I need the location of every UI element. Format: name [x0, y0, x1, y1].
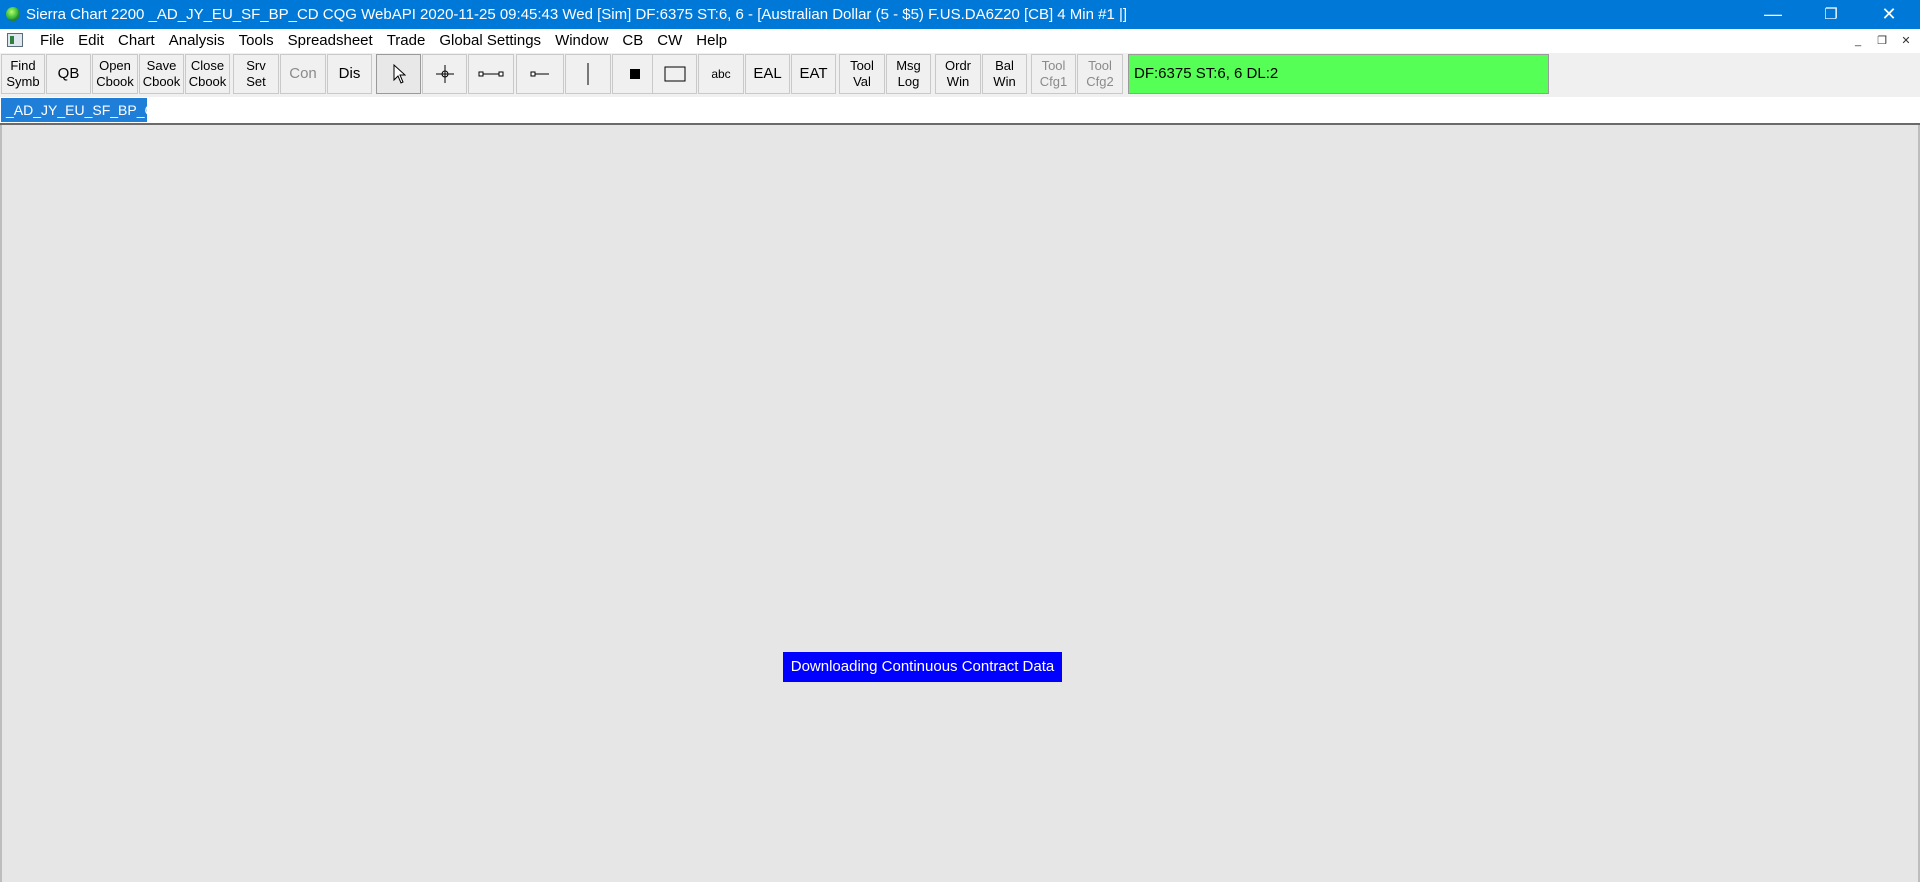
menu-analysis[interactable]: Analysis — [162, 29, 232, 53]
toolbar: Find Symb QB Open Cbook Save Cbook Close… — [0, 53, 1920, 97]
close-button[interactable]: ✕ — [1860, 0, 1918, 29]
window-title: Sierra Chart 2200 _AD_JY_EU_SF_BP_CD CQG… — [26, 6, 1128, 23]
menu-trade[interactable]: Trade — [380, 29, 433, 53]
connection-status-box: DF:6375 ST:6, 6 DL:2 — [1128, 54, 1549, 94]
message-log-button[interactable]: Msg Log — [886, 54, 931, 94]
pointer-tool-button[interactable] — [376, 54, 421, 94]
eal-button[interactable]: EAL — [745, 54, 790, 94]
download-status-message: Downloading Continuous Contract Data — [783, 652, 1062, 682]
menu-window[interactable]: Window — [548, 29, 615, 53]
menu-tools[interactable]: Tools — [232, 29, 281, 53]
eat-button[interactable]: EAT — [791, 54, 836, 94]
pointer-arrow-icon — [393, 64, 406, 84]
save-chartbook-button[interactable]: Save Cbook — [139, 54, 184, 94]
find-symbol-button[interactable]: Find Symb — [1, 54, 45, 94]
menu-edit[interactable]: Edit — [71, 29, 111, 53]
square-marker-icon — [630, 69, 640, 79]
rectangle-tool-button[interactable] — [652, 54, 697, 94]
server-settings-button[interactable]: Srv Set — [233, 54, 279, 94]
menu-help[interactable]: Help — [689, 29, 734, 53]
mdi-restore-button[interactable]: ❐ — [1872, 33, 1892, 49]
connect-button[interactable]: Con — [280, 54, 326, 94]
mdi-close-button[interactable]: ✕ — [1896, 33, 1916, 49]
minimize-button[interactable]: — — [1744, 0, 1802, 29]
crosshair-tool-button[interactable] — [422, 54, 467, 94]
line-segment-icon — [478, 71, 504, 77]
mdi-minimize-button[interactable]: _ — [1848, 33, 1868, 49]
ray-tool-button[interactable] — [516, 54, 564, 94]
menu-cw[interactable]: CW — [650, 29, 689, 53]
open-chartbook-button[interactable]: Open Cbook — [92, 54, 138, 94]
close-chartbook-button[interactable]: Close Cbook — [185, 54, 230, 94]
document-icon[interactable] — [7, 33, 23, 47]
order-window-button[interactable]: Ordr Win — [935, 54, 981, 94]
ray-icon — [530, 71, 549, 77]
app-icon[interactable] — [6, 7, 20, 21]
disconnect-button[interactable]: Dis — [327, 54, 372, 94]
restore-button[interactable]: ❐ — [1802, 0, 1860, 29]
title-bar: Sierra Chart 2200 _AD_JY_EU_SF_BP_CD CQG… — [0, 0, 1920, 29]
menu-bar: File Edit Chart Analysis Tools Spreadshe… — [0, 29, 1920, 53]
tool-config2-button[interactable]: Tool Cfg2 — [1077, 54, 1123, 94]
rectangle-icon — [664, 66, 685, 82]
menu-chart[interactable]: Chart — [111, 29, 162, 53]
vertical-line-icon — [587, 63, 589, 85]
chart-tab[interactable]: _AD_JY_EU_SF_BP_CD — [1, 98, 165, 122]
tool-config1-button[interactable]: Tool Cfg1 — [1031, 54, 1076, 94]
vertical-line-tool-button[interactable] — [565, 54, 611, 94]
text-tool-button[interactable]: abc — [698, 54, 744, 94]
menu-global-settings[interactable]: Global Settings — [432, 29, 548, 53]
balance-window-button[interactable]: Bal Win — [982, 54, 1027, 94]
menu-file[interactable]: File — [33, 29, 71, 53]
tool-values-button[interactable]: Tool Val — [839, 54, 885, 94]
qb-button[interactable]: QB — [46, 54, 91, 94]
chart-area[interactable] — [0, 123, 1920, 882]
line-tool-button[interactable] — [468, 54, 514, 94]
menu-cb[interactable]: CB — [615, 29, 650, 53]
crosshair-icon — [435, 65, 454, 83]
menu-spreadsheet[interactable]: Spreadsheet — [281, 29, 380, 53]
